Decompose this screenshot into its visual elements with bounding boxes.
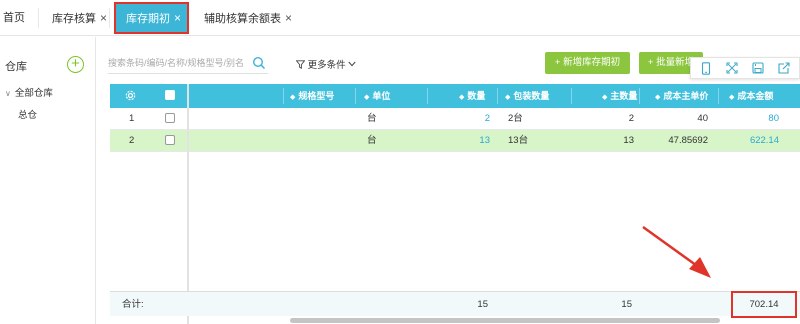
- column-divider: [355, 88, 356, 104]
- cell-main-qty: 2: [628, 113, 634, 124]
- column-header-amount[interactable]: ◆ 成本金额: [729, 84, 773, 108]
- select-all-checkbox[interactable]: [165, 84, 175, 108]
- phone-icon[interactable]: [693, 58, 719, 78]
- column-divider: [497, 88, 498, 104]
- frozen-column-divider: [187, 84, 189, 324]
- cell-unit-cost: 40: [697, 113, 708, 124]
- sort-icon[interactable]: ◆: [602, 94, 607, 101]
- column-header-label: 包装数量: [513, 91, 550, 101]
- row-checkbox[interactable]: [165, 135, 175, 145]
- sort-icon[interactable]: ◆: [364, 94, 369, 101]
- search-box: [108, 54, 268, 74]
- cell-pack-qty: 13台: [508, 135, 529, 146]
- add-opening-stock-button[interactable]: + 新增库存期初: [545, 52, 630, 74]
- table-row[interactable]: 1 台 2 2台 2 40 80: [110, 108, 800, 130]
- footer-qty: 15: [477, 299, 488, 310]
- footer-label: 合计:: [122, 299, 144, 310]
- cell-qty[interactable]: 2: [430, 108, 490, 130]
- tree-item-main-warehouse[interactable]: 总仓: [18, 107, 37, 121]
- table-footer: 合计: 15 15 702.14: [110, 291, 800, 318]
- tab-auxiliary-balance[interactable]: 辅助核算余额表 ×: [204, 0, 292, 36]
- column-header-unit-cost[interactable]: ◆ 成本主单价: [655, 84, 708, 108]
- column-divider: [427, 88, 428, 104]
- footer-total-amount: 702.14: [731, 291, 797, 318]
- column-header-label: 单位: [372, 91, 391, 101]
- footer-main-qty: 15: [621, 299, 632, 310]
- column-header-spec[interactable]: ◆ 规格型号: [290, 84, 334, 108]
- sort-icon[interactable]: ◆: [505, 94, 510, 101]
- column-header-label: 数量: [467, 91, 486, 101]
- expand-icon[interactable]: [719, 58, 745, 78]
- column-divider: [639, 88, 640, 104]
- column-header-unit[interactable]: ◆ 单位: [364, 84, 390, 108]
- tab-divider: [38, 8, 39, 28]
- close-icon[interactable]: ×: [100, 11, 107, 25]
- cell-unit-cost: 47.85692: [668, 135, 708, 146]
- table-tools: [690, 57, 800, 79]
- warehouse-title: 仓库: [5, 61, 27, 73]
- more-conditions-label: 更多条件: [307, 60, 346, 71]
- cell-amount[interactable]: 80: [718, 108, 779, 130]
- tab-inventory-opening-label: 库存期初: [126, 13, 170, 25]
- tab-home-label: 首页: [3, 12, 25, 24]
- cell-unit: 台: [367, 113, 377, 124]
- cell-pack-qty: 2台: [508, 113, 523, 124]
- sort-icon[interactable]: ◆: [459, 94, 464, 101]
- close-icon[interactable]: ×: [174, 11, 181, 25]
- column-header-label: 主数量: [610, 91, 638, 101]
- table-row[interactable]: 2 台 13 13台 13 47.85692 622.14: [110, 130, 800, 152]
- save-icon[interactable]: [745, 58, 771, 78]
- column-divider: [571, 88, 572, 104]
- filter-icon: [295, 60, 306, 69]
- row-index: 1: [129, 113, 135, 124]
- column-header-qty[interactable]: ◆ 数量: [459, 84, 485, 108]
- chevron-down-icon[interactable]: ∨: [5, 89, 11, 98]
- plus-circle-icon[interactable]: +: [67, 56, 84, 73]
- cell-qty[interactable]: 13: [430, 130, 490, 152]
- annotation-arrow: [642, 225, 711, 278]
- more-conditions-button[interactable]: 更多条件: [295, 57, 356, 71]
- tab-inventory-accounting-label: 库存核算: [52, 13, 96, 25]
- export-icon[interactable]: [771, 58, 797, 78]
- tree-item-label: 全部仓库: [14, 88, 53, 99]
- tab-inventory-opening[interactable]: 库存期初 ×: [114, 2, 190, 34]
- column-header-main-qty[interactable]: ◆ 主数量: [602, 84, 637, 108]
- tab-divider: [109, 8, 110, 28]
- search-input[interactable]: [108, 54, 250, 72]
- table-header: ◆ 规格型号 ◆ 单位 ◆ 数量 ◆ 包装数量 ◆ 主数量 ◆ 成本主单价 ◆ 成本金额: [110, 84, 800, 108]
- tree-item-all-warehouses[interactable]: ∨ 全部仓库: [5, 85, 53, 99]
- column-settings-icon[interactable]: [125, 84, 136, 108]
- warehouse-panel: 仓库 + ∨ 全部仓库 总仓: [0, 37, 96, 324]
- chevron-down-icon: [348, 61, 356, 67]
- row-index: 2: [129, 135, 135, 146]
- search-icon[interactable]: [252, 56, 266, 70]
- sort-icon[interactable]: ◆: [729, 94, 734, 101]
- column-divider: [283, 88, 284, 104]
- column-header-label: 规格型号: [298, 91, 335, 101]
- tab-auxiliary-balance-label: 辅助核算余额表: [204, 13, 281, 25]
- column-header-pack-qty[interactable]: ◆ 包装数量: [505, 84, 549, 108]
- column-header-label: 成本主单价: [663, 91, 709, 101]
- close-icon[interactable]: ×: [285, 11, 292, 25]
- cell-main-qty: 13: [623, 135, 634, 146]
- tab-home[interactable]: 首页: [3, 0, 25, 36]
- row-checkbox[interactable]: [165, 113, 175, 123]
- tab-inventory-accounting[interactable]: 库存核算 ×: [52, 0, 107, 36]
- tab-bar: 首页 库存核算 × 库存期初 × 辅助核算余额表 ×: [0, 0, 800, 36]
- horizontal-scrollbar[interactable]: [290, 318, 720, 323]
- sort-icon[interactable]: ◆: [655, 94, 660, 101]
- cell-unit: 台: [367, 135, 377, 146]
- column-divider: [718, 88, 719, 104]
- cell-amount[interactable]: 622.14: [718, 130, 779, 152]
- column-header-label: 成本金额: [737, 91, 774, 101]
- sort-icon[interactable]: ◆: [290, 94, 295, 101]
